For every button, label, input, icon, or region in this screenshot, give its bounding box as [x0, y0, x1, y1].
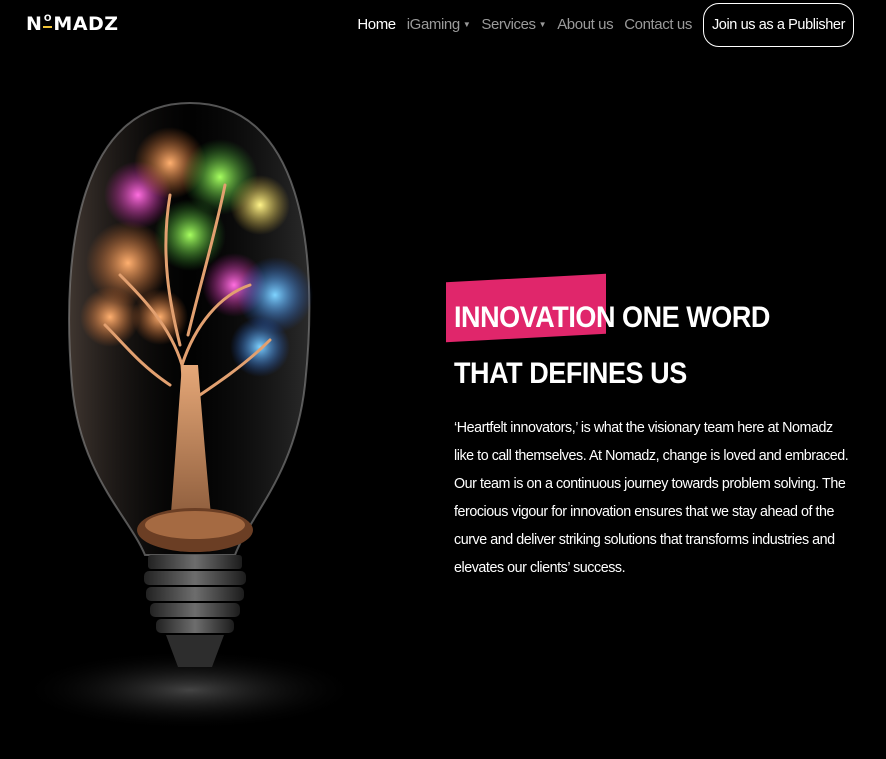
join-publisher-button[interactable]: Join us as a Publisher — [702, 2, 854, 47]
nav-item-services[interactable]: Services ▼ — [481, 16, 546, 33]
logo-letters-madz: MADZ — [53, 13, 119, 35]
hero-body-text: ‘Heartfelt innovators,’ is what the visi… — [454, 420, 849, 576]
headline-highlight-word: INNOVATION — [454, 301, 616, 334]
nav-item-contact[interactable]: Contact us — [624, 16, 692, 33]
nav-item-home[interactable]: Home — [357, 16, 396, 33]
logo-letter-n: N — [26, 13, 43, 35]
caret-down-icon: ▼ — [462, 20, 471, 29]
main-nav: Home iGaming ▼ Services ▼ About us Conta… — [357, 2, 854, 47]
lightbulb-tree-illustration — [20, 85, 370, 735]
hero-headline: INNOVATION ONE WORD THAT DEFINES US — [454, 290, 770, 402]
logo-o-mark: O — [43, 13, 53, 28]
nav-item-igaming[interactable]: iGaming ▼ — [407, 16, 471, 33]
nav-item-about[interactable]: About us — [557, 16, 613, 33]
headline-line2: THAT DEFINES US — [454, 357, 687, 390]
hero-headline-block: INNOVATION ONE WORD THAT DEFINES US — [446, 273, 805, 402]
nomadz-logo[interactable]: N O MADZ — [26, 13, 119, 35]
headline-line1-rest: ONE WORD — [615, 301, 770, 334]
page: N O MADZ Home iGaming ▼ Services ▼ About… — [0, 0, 886, 759]
caret-down-icon: ▼ — [538, 20, 547, 29]
